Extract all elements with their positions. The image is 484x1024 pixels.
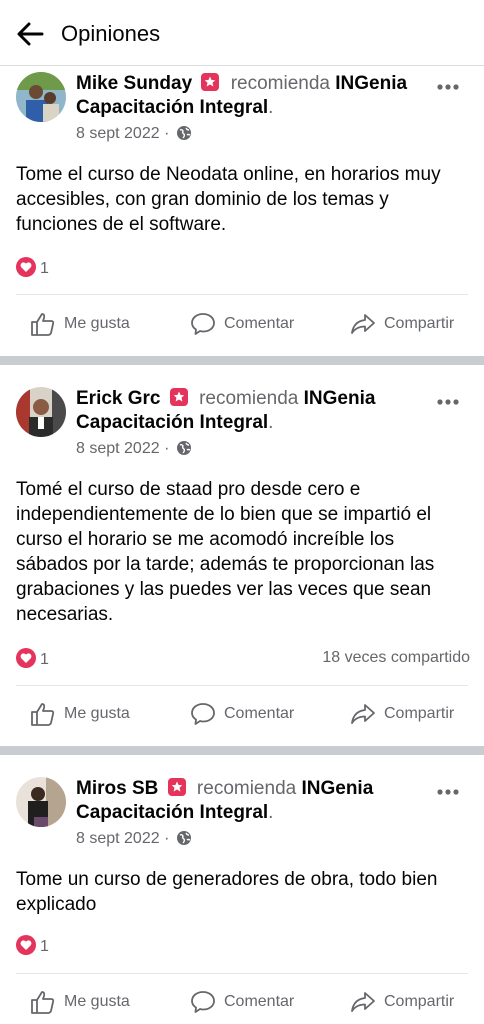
more-options-icon[interactable] xyxy=(436,78,460,90)
comment-icon xyxy=(191,313,215,335)
more-options-icon[interactable] xyxy=(436,783,460,795)
post-meta: 8 sept 2022 · xyxy=(76,124,192,147)
reaction-summary[interactable]: 1 xyxy=(16,935,49,957)
comment-label: Comentar xyxy=(224,993,295,1010)
avatar[interactable] xyxy=(16,72,66,122)
post-separator xyxy=(0,356,484,365)
share-icon xyxy=(351,704,375,724)
more-options-icon[interactable] xyxy=(436,393,460,405)
reaction-summary[interactable]: 1 xyxy=(16,648,49,670)
page-title: Opiniones xyxy=(61,21,161,46)
divider xyxy=(16,685,468,686)
comment-icon xyxy=(191,703,215,725)
like-button[interactable]: Me gusta xyxy=(30,982,130,1022)
post-date: 8 sept 2022 · xyxy=(76,440,170,457)
post-text: Tome un curso de generadores de obra, to… xyxy=(16,869,438,915)
post-header-line: Erick Grc recomienda INGenia Capacitació… xyxy=(76,388,376,433)
like-button[interactable]: Me gusta xyxy=(30,304,130,344)
review-post: Miros SB recomienda INGenia Capacitación… xyxy=(0,755,484,1024)
share-button[interactable]: Compartir xyxy=(350,694,454,734)
thumbs-up-icon xyxy=(31,313,55,336)
comment-button[interactable]: Comentar xyxy=(190,982,294,1022)
comment-icon xyxy=(191,991,215,1013)
share-icon xyxy=(351,314,375,334)
review-post: Mike Sunday recomienda INGenia Capacitac… xyxy=(0,66,484,356)
avatar[interactable] xyxy=(16,387,66,437)
post-text: Tomé el curso de staad pro desde cero e … xyxy=(16,479,435,625)
review-post: Erick Grc recomienda INGenia Capacitació… xyxy=(0,365,484,745)
post-action-bar: Me gusta Comentar Compartir xyxy=(0,694,484,734)
recommends-text: recomienda xyxy=(196,778,297,799)
thumbs-up-icon xyxy=(31,703,55,726)
comment-label: Comentar xyxy=(224,705,295,722)
post-action-bar: Me gusta Comentar Compartir xyxy=(0,982,484,1022)
recommend-star-icon xyxy=(201,73,220,91)
share-icon xyxy=(351,992,375,1012)
post-separator xyxy=(0,746,484,755)
share-label: Compartir xyxy=(384,705,455,722)
globe-icon xyxy=(176,125,192,147)
post-meta: 8 sept 2022 · xyxy=(76,829,192,852)
post-date: 8 sept 2022 · xyxy=(76,830,170,847)
reaction-count: 1 xyxy=(40,651,49,668)
share-label: Compartir xyxy=(384,315,455,332)
reaction-count: 1 xyxy=(40,260,49,277)
author-name[interactable]: Miros SB xyxy=(76,778,158,799)
author-name[interactable]: Mike Sunday xyxy=(76,73,192,94)
share-button[interactable]: Compartir xyxy=(350,304,454,344)
globe-icon xyxy=(176,830,192,852)
divider xyxy=(16,973,468,974)
comment-button[interactable]: Comentar xyxy=(190,694,294,734)
post-header-line: Miros SB recomienda INGenia Capacitación… xyxy=(76,778,374,823)
like-button[interactable]: Me gusta xyxy=(30,694,130,734)
avatar[interactable] xyxy=(16,777,66,827)
love-reaction-icon xyxy=(16,257,36,277)
author-name[interactable]: Erick Grc xyxy=(76,388,161,409)
recommends-text: recomienda xyxy=(199,388,299,409)
recommend-star-icon xyxy=(169,388,188,406)
post-action-bar: Me gusta Comentar Compartir xyxy=(0,304,484,344)
divider xyxy=(16,294,468,295)
globe-icon xyxy=(176,440,192,462)
comment-label: Comentar xyxy=(224,315,295,332)
post-date: 8 sept 2022 · xyxy=(76,125,170,142)
reaction-summary[interactable]: 1 xyxy=(16,257,49,279)
like-label: Me gusta xyxy=(64,705,130,722)
top-app-bar: Opiniones xyxy=(0,0,484,66)
love-reaction-icon xyxy=(16,935,36,955)
comment-button[interactable]: Comentar xyxy=(190,304,294,344)
recommends-text: recomienda xyxy=(230,73,330,94)
like-label: Me gusta xyxy=(64,993,130,1010)
recommend-star-icon xyxy=(167,778,186,796)
reaction-count: 1 xyxy=(40,938,49,955)
post-text: Tome el curso de Neodata online, en hora… xyxy=(16,164,441,235)
share-label: Compartir xyxy=(384,993,455,1010)
back-arrow-icon[interactable] xyxy=(14,18,46,50)
like-label: Me gusta xyxy=(64,315,130,332)
post-header-line: Mike Sunday recomienda INGenia Capacitac… xyxy=(76,73,408,118)
share-button[interactable]: Compartir xyxy=(350,982,454,1022)
love-reaction-icon xyxy=(16,648,36,668)
thumbs-up-icon xyxy=(31,991,55,1014)
post-meta: 8 sept 2022 · xyxy=(76,439,192,462)
share-count[interactable]: 18 veces compartido xyxy=(322,649,470,667)
